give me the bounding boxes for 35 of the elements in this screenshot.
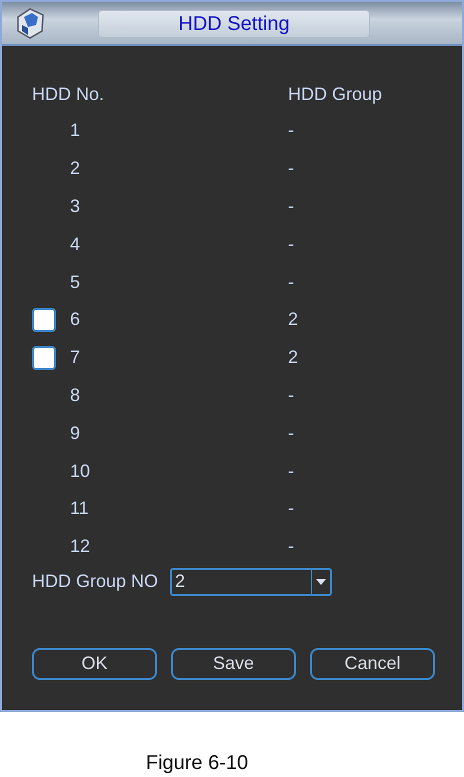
hdd-group: - bbox=[288, 384, 294, 406]
dialog-button[interactable]: OK bbox=[32, 648, 157, 680]
hdd-number: 7 bbox=[70, 347, 82, 368]
hdd-number: 3 bbox=[70, 196, 82, 217]
hdd-group: - bbox=[288, 536, 294, 558]
hdd-number: 4 bbox=[70, 234, 82, 255]
hdd-group: - bbox=[288, 460, 294, 482]
dialog-button[interactable]: Save bbox=[171, 648, 296, 680]
hdd-group: - bbox=[288, 234, 294, 255]
window-title: HDD Setting bbox=[98, 10, 370, 38]
hdd-number: 9 bbox=[70, 422, 82, 444]
group-dropdown[interactable]: 2 bbox=[170, 568, 332, 596]
hdd-number: 8 bbox=[70, 384, 82, 406]
hdd-number: 1 bbox=[70, 120, 82, 142]
field-label: HDD Group NO bbox=[32, 571, 158, 592]
checkbox[interactable] bbox=[32, 346, 56, 370]
hdd-number: 12 bbox=[70, 536, 92, 558]
hdd-group: 2 bbox=[288, 309, 298, 330]
hdd-group: - bbox=[288, 422, 294, 444]
column-header: HDD No. bbox=[32, 84, 106, 104]
hdd-number: 11 bbox=[70, 498, 90, 520]
hdd-group: - bbox=[288, 120, 294, 142]
hdd-number: 10 bbox=[70, 460, 92, 482]
hdd-number: 6 bbox=[70, 309, 82, 330]
hdd-number: 2 bbox=[70, 158, 82, 180]
hdd-group: - bbox=[288, 196, 294, 217]
checkbox[interactable] bbox=[32, 308, 56, 332]
figure-caption: Figure 6-10 bbox=[144, 752, 250, 775]
dialog-button[interactable]: Cancel bbox=[310, 648, 435, 680]
hdd-group: - bbox=[288, 272, 294, 293]
hdd-group: - bbox=[288, 498, 294, 520]
column-header: HDD Group bbox=[288, 84, 382, 104]
hdd-group: 2 bbox=[288, 347, 298, 368]
hdd-number: 5 bbox=[70, 272, 82, 293]
hdd-group: - bbox=[288, 158, 294, 180]
